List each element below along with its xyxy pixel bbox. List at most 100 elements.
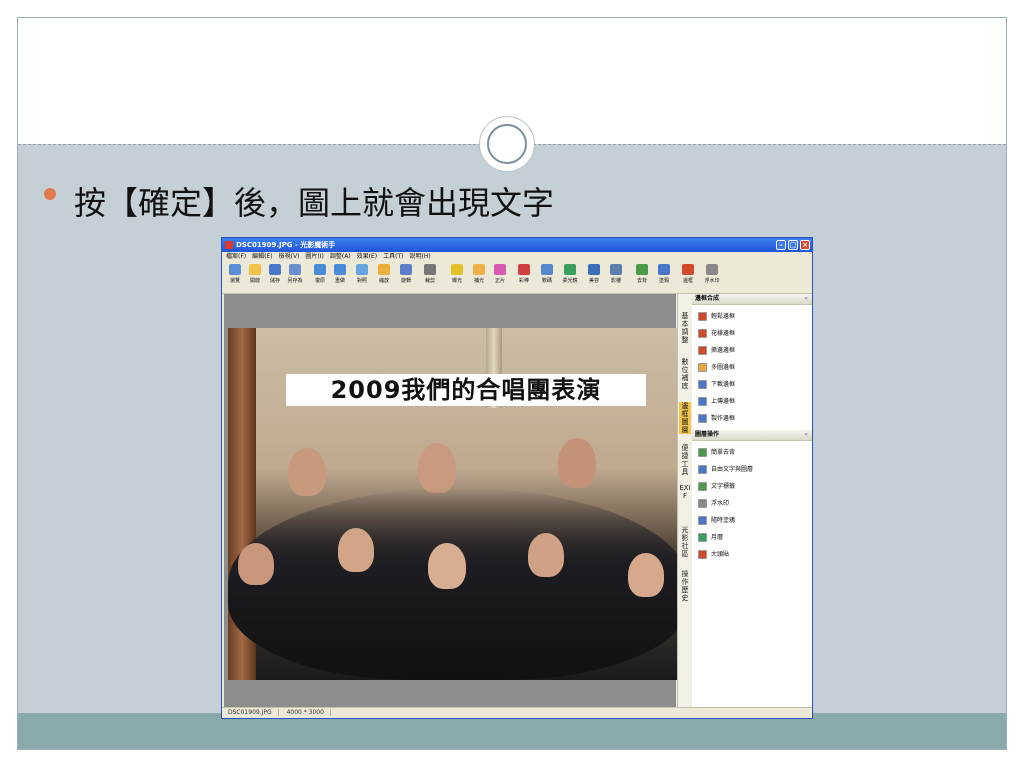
collapse-chevron-icon[interactable]: « xyxy=(804,430,808,440)
color-bar-icon xyxy=(518,264,530,275)
toolbar-button[interactable]: 邊框 xyxy=(678,263,698,289)
toolbar-button[interactable]: 美容 xyxy=(584,263,604,289)
close-button[interactable]: × xyxy=(800,240,810,250)
menu-item[interactable]: 工具(T) xyxy=(383,253,403,260)
zoom-icon xyxy=(378,264,390,275)
toolbar-button-label: 重做 xyxy=(334,278,345,284)
panel-item[interactable]: 月曆 xyxy=(698,529,812,546)
photo-caption: 2009我們的合唱團表演 xyxy=(286,374,646,406)
panel-item-label: 簡單去背 xyxy=(711,449,736,456)
menu-item[interactable]: 檔案(F) xyxy=(226,253,246,260)
minimize-button[interactable]: – xyxy=(776,240,786,250)
exposure-icon xyxy=(451,264,463,275)
toolbar-button[interactable]: 復原 xyxy=(310,263,330,289)
toolbar-button-label: 邊框 xyxy=(682,278,693,284)
toolbar-button[interactable]: 另存為 xyxy=(285,263,305,289)
vertical-tab[interactable]: 操作歷史 xyxy=(679,570,691,602)
vertical-tab[interactable]: 基本調整 xyxy=(679,312,691,344)
panel-item[interactable]: 自由文字與圖層 xyxy=(698,461,812,478)
toolbar-button[interactable]: 去背 xyxy=(632,263,652,289)
beauty-icon xyxy=(588,264,600,275)
toolbar-button-label: 對照 xyxy=(356,278,367,284)
toolbar-button-label: 去背 xyxy=(636,278,647,284)
collapse-chevron-icon[interactable]: « xyxy=(804,294,808,304)
menu-item[interactable]: 說明(H) xyxy=(410,253,431,260)
vertical-tab[interactable]: 便捷工具 xyxy=(679,444,691,476)
panel-item-label: 自由文字與圖層 xyxy=(711,466,754,473)
side-panel: 邊框合成 « 輕鬆邊框 花樣邊框 撕邊邊框多圖邊框下載邊框上傳邊框製作邊框 圖層操作… xyxy=(692,294,812,710)
toolbar-button[interactable]: 正片 xyxy=(490,263,510,289)
toolbar-button[interactable]: 數碼 xyxy=(537,263,557,289)
panel-item-icon xyxy=(698,346,707,355)
panel-header-layers[interactable]: 圖層操作 « xyxy=(692,430,812,441)
panel-item-icon xyxy=(698,397,707,406)
panel-item[interactable]: 上傳邊框 xyxy=(698,393,812,410)
menu-item[interactable]: 編輯(E) xyxy=(252,253,272,260)
save-as-icon xyxy=(289,264,301,275)
film-icon xyxy=(494,264,506,275)
image-canvas[interactable]: 2009我們的合唱團表演 xyxy=(224,294,689,710)
toolbar-button[interactable]: 曝光 xyxy=(447,263,467,289)
vertical-tab[interactable]: 數位補底 xyxy=(679,358,691,390)
panel-item[interactable]: 浮水印 xyxy=(698,495,812,512)
toolbar-button[interactable]: 補光 xyxy=(469,263,489,289)
compare-icon xyxy=(356,264,368,275)
toolbar-button[interactable]: 開啟 xyxy=(245,263,265,289)
toolbar-button[interactable]: 浮水印 xyxy=(702,263,722,289)
panel-item-icon xyxy=(698,465,707,474)
title-bar[interactable]: DSC01909.JPG - 光影魔術手 – □ × xyxy=(222,238,812,252)
status-dimensions: 4000 * 3000 xyxy=(280,709,331,716)
vertical-tab[interactable]: 邊框圖層 xyxy=(679,402,691,434)
panel-item-icon xyxy=(698,329,707,338)
panel-item[interactable]: 多圖邊框 xyxy=(698,359,812,376)
toolbar-button-label: 補光 xyxy=(473,278,484,284)
panel-item-icon xyxy=(698,516,707,525)
photo[interactable]: 2009我們的合唱團表演 xyxy=(228,328,689,680)
toolbar-button[interactable]: 對照 xyxy=(352,263,372,289)
toolbar-button[interactable]: 儲存 xyxy=(265,263,285,289)
menu-item[interactable]: 效果(E) xyxy=(357,253,377,260)
redo-icon xyxy=(334,264,346,275)
panel-header-frames[interactable]: 邊框合成 « xyxy=(692,294,812,305)
app-icon xyxy=(225,241,233,249)
panel-item[interactable]: 文字標籤 xyxy=(698,478,812,495)
toolbar-button[interactable]: 彩棒 xyxy=(514,263,534,289)
panel-item-icon xyxy=(698,482,707,491)
toolbar-button[interactable]: 縮放 xyxy=(374,263,394,289)
toolbar-button[interactable]: 影樓 xyxy=(606,263,626,289)
panel-item[interactable]: 大頭貼 xyxy=(698,546,812,563)
panel-item[interactable]: 製作邊框 xyxy=(698,410,812,427)
menu-item[interactable]: 檢視(V) xyxy=(279,253,300,260)
toolbar-button-label: 復原 xyxy=(314,278,325,284)
panel-item-label: 多圖邊框 xyxy=(711,364,736,371)
menu-item[interactable]: 圖片(I) xyxy=(305,253,323,260)
menu-item[interactable]: 調整(A) xyxy=(330,253,351,260)
toolbar-button[interactable]: 塗鴉 xyxy=(654,263,674,289)
panel-item[interactable]: 輕鬆邊框 xyxy=(698,308,812,325)
panel-item-label: 大頭貼 xyxy=(711,551,730,558)
panel-item-icon xyxy=(698,380,707,389)
folder-icon xyxy=(249,264,261,275)
toolbar-button-label: 浮水印 xyxy=(704,278,720,284)
panel-item[interactable]: 隨時塗鴉 xyxy=(698,512,812,529)
remove-bg-icon xyxy=(636,264,648,275)
toolbar-button[interactable]: 裁剪 xyxy=(420,263,440,289)
panel-item-icon xyxy=(698,550,707,559)
vertical-tab[interactable]: EXIF xyxy=(679,484,691,500)
maximize-button[interactable]: □ xyxy=(788,240,798,250)
status-filename: DSC01909.JPG xyxy=(222,709,279,716)
panel-item-label: 上傳邊框 xyxy=(711,398,736,405)
crop-icon xyxy=(424,264,436,275)
panel-item[interactable]: 花樣邊框 xyxy=(698,325,812,342)
fill-light-icon xyxy=(473,264,485,275)
panel-item[interactable]: 撕邊邊框 xyxy=(698,342,812,359)
toolbar-button[interactable]: 瀏覽 xyxy=(225,263,245,289)
panel-item[interactable]: 簡單去背 xyxy=(698,444,812,461)
toolbar-button[interactable]: 柔光鏡 xyxy=(560,263,580,289)
toolbar-button[interactable]: 重做 xyxy=(330,263,350,289)
vertical-tab[interactable]: 光影社區 xyxy=(679,526,691,558)
toolbar-button-label: 美容 xyxy=(588,278,599,284)
toolbar-button[interactable]: 旋轉 xyxy=(396,263,416,289)
panel-item[interactable]: 下載邊框 xyxy=(698,376,812,393)
toolbar-button-label: 旋轉 xyxy=(400,278,411,284)
